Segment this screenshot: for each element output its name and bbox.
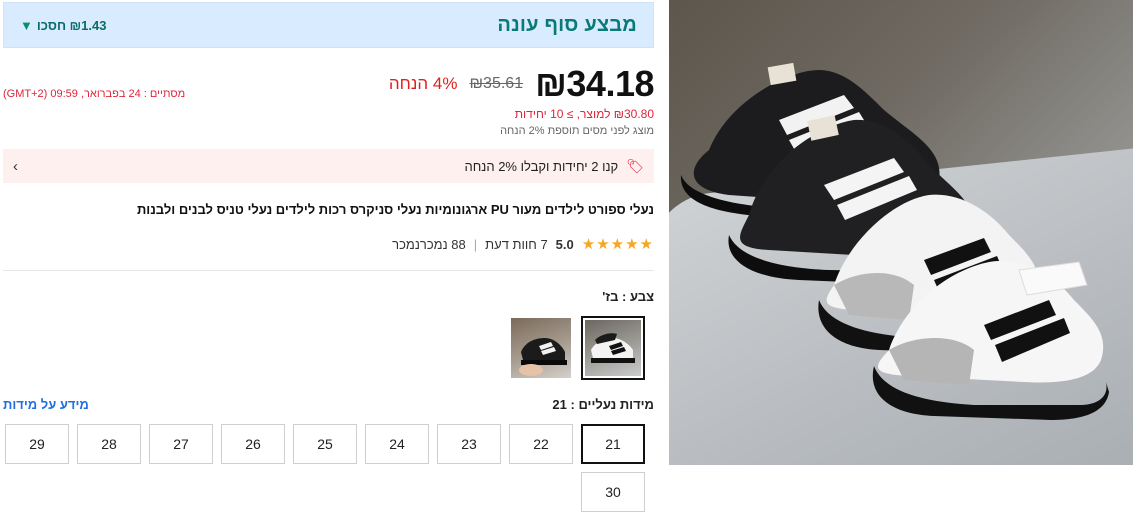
color-label: צבע : בז'	[602, 289, 654, 304]
price-tag-icon: 🏷	[626, 157, 644, 174]
size-option-25[interactable]: 25	[293, 424, 357, 464]
color-thumb-image	[519, 338, 567, 376]
size-option-26[interactable]: 26	[221, 424, 285, 464]
separator: |	[473, 236, 478, 252]
size-option-29[interactable]: 29	[5, 424, 69, 464]
promo-savings: ₪1.43 חסכו ▼	[20, 18, 106, 33]
bundle-coupon-banner[interactable]: 🏷 קנו 2 יחידות וקבלו 2% הנחה ›	[3, 149, 654, 183]
product-title: נעלי ספורט לילדים מעור PU ארגונומיות נעל…	[136, 202, 654, 217]
size-option-24[interactable]: 24	[365, 424, 429, 464]
review-count[interactable]: 7 חוות דעת	[485, 237, 548, 252]
size-option-28[interactable]: 28	[77, 424, 141, 464]
sold-count: 88 נמכרנמכר	[392, 236, 466, 252]
color-option-beige[interactable]	[581, 316, 645, 380]
savings-label: ₪1.43 חסכו	[36, 17, 107, 33]
sneakers-illustration	[680, 62, 1109, 420]
bulk-price-note: ₪30.80 למוצר, ≥ 10 יחידות	[514, 107, 654, 121]
size-option-30[interactable]: 30	[581, 472, 645, 512]
size-option-27[interactable]: 27	[149, 424, 213, 464]
size-option-23[interactable]: 23	[437, 424, 501, 464]
rating-score: 5.0	[555, 236, 574, 252]
rating-row: ★★★★★ 5.0 7 חוות דעת | 88 נמכרנמכר	[392, 235, 654, 253]
coupon-text: קנו 2 יחידות וקבלו 2% הנחה	[464, 158, 619, 174]
sale-end-time: מסתיים : 24 בפברואר, 09:59 (GMT+2)	[3, 88, 186, 100]
chevron-left-icon: ›	[13, 157, 18, 175]
discount-percent: 4% הנחה	[388, 74, 458, 93]
divider	[3, 270, 654, 271]
tax-note: מוצג לפני מסים תוספת 2% הנחה	[500, 125, 654, 137]
product-info-panel: מבצע סוף עונה ₪1.43 חסכו ▼ ₪34.18 ₪35.61…	[3, 0, 654, 512]
arrow-down-icon: ▼	[20, 17, 33, 33]
color-thumb-image	[591, 333, 635, 363]
product-main-image[interactable]	[669, 0, 1133, 465]
size-option-21[interactable]: 21	[581, 424, 645, 464]
current-price: ₪34.18	[535, 63, 654, 104]
size-option-22[interactable]: 22	[509, 424, 573, 464]
color-option-black[interactable]	[511, 318, 571, 378]
promo-title: מבצע סוף עונה	[497, 13, 637, 36]
size-guide-link[interactable]: מידע על מידות	[3, 397, 89, 412]
star-rating-icon[interactable]: ★★★★★	[582, 235, 654, 253]
season-sale-banner: מבצע סוף עונה ₪1.43 חסכו ▼	[3, 2, 654, 48]
original-price: ₪35.61	[469, 75, 524, 92]
size-label: מידות נעליים : 21	[552, 397, 654, 412]
